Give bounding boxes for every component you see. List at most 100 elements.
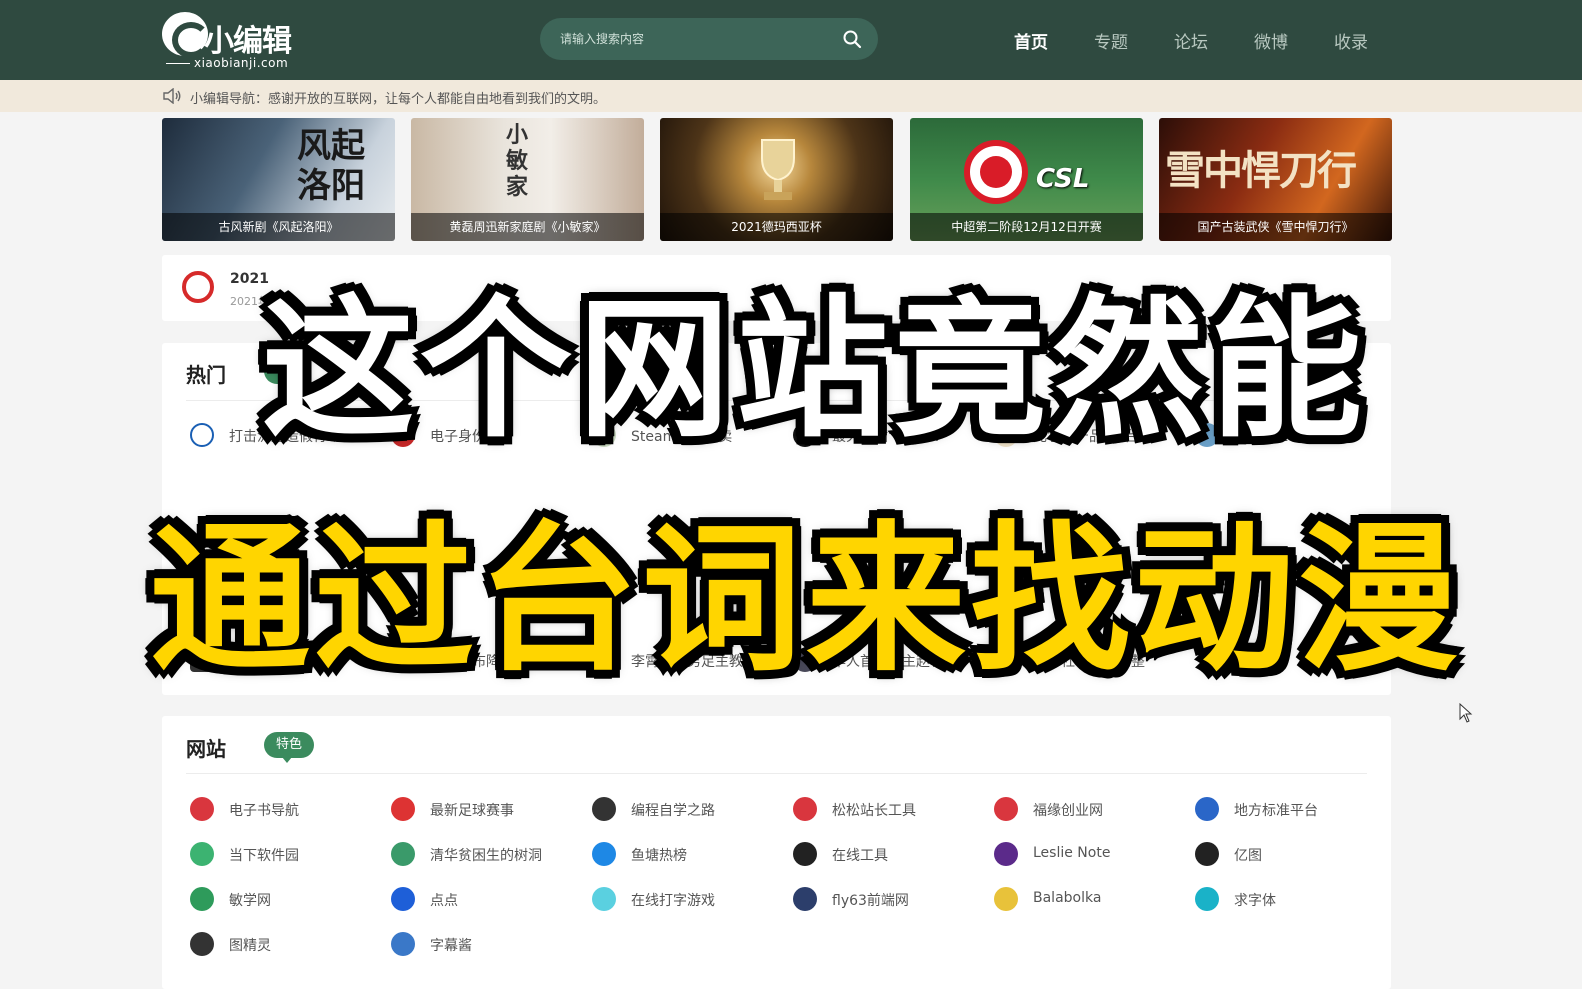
site-item-label: 在线工具 — [832, 848, 888, 864]
mouse-cursor-icon — [1459, 703, 1473, 723]
cba-icon — [182, 271, 214, 303]
site-favicon-icon — [391, 842, 415, 866]
site-favicon-icon — [1195, 887, 1219, 911]
banner-1[interactable]: 风起洛阳 古风新剧《风起洛阳》 — [162, 118, 395, 241]
site-favicon-icon — [391, 797, 415, 821]
site-logo[interactable]: 小编辑 xiaobianji.com — [162, 10, 302, 72]
site-item[interactable]: 最新足球赛事 — [391, 794, 581, 824]
site-item-label: 点点 — [430, 893, 458, 909]
site-favicon-icon — [592, 887, 616, 911]
site-favicon-icon — [994, 842, 1018, 866]
trophy-icon — [761, 139, 795, 200]
site-favicon-icon — [1195, 842, 1219, 866]
sites-title: 网站 — [186, 737, 226, 761]
site-item-label: 字幕酱 — [430, 938, 472, 954]
banner-3[interactable]: 2021德玛西亚杯 — [660, 118, 893, 241]
banner-caption: 国产古装武侠《雪中悍刀行》 — [1159, 213, 1392, 241]
site-item[interactable]: 字幕酱 — [391, 929, 581, 959]
site-item[interactable]: 图精灵 — [190, 929, 380, 959]
logo-domain: xiaobianji.com — [166, 56, 288, 70]
logo-text: 小编辑 — [204, 24, 292, 59]
banner-5[interactable]: 雪中悍刀行 国产古装武侠《雪中悍刀行》 — [1159, 118, 1392, 241]
site-item-label: 亿图 — [1234, 848, 1262, 864]
site-favicon-icon — [190, 797, 214, 821]
speaker-icon — [163, 88, 181, 104]
site-favicon-icon — [793, 842, 817, 866]
nav-topics[interactable]: 专题 — [1094, 28, 1128, 53]
nav-weibo[interactable]: 微博 — [1254, 28, 1288, 53]
banner-2[interactable]: 小敏家 黄磊周迅新家庭剧《小敏家》 — [411, 118, 644, 241]
search-input[interactable] — [560, 18, 840, 60]
site-item[interactable]: 地方标准平台 — [1195, 794, 1385, 824]
sites-divider — [186, 773, 1367, 774]
site-favicon-icon — [391, 932, 415, 956]
notice-text: 小编辑导航：感谢开放的互联网，让每个人都能自由地看到我们的文明。 — [190, 92, 607, 107]
site-item-label: 电子书导航 — [229, 803, 299, 819]
banner-deco-text: 雪中悍刀行 — [1165, 147, 1357, 194]
banner-caption: 2021德玛西亚杯 — [660, 213, 893, 241]
site-item[interactable]: 松松站长工具 — [793, 794, 983, 824]
site-favicon-icon — [592, 797, 616, 821]
site-item[interactable]: Balabolka — [994, 884, 1184, 914]
site-item-label: 福缘创业网 — [1033, 803, 1103, 819]
site-item[interactable]: 清华贫困生的树洞 — [391, 839, 581, 869]
site-item[interactable]: 点点 — [391, 884, 581, 914]
overlay-caption-line-1: 这个网站竟然能 — [262, 281, 1368, 458]
site-item-label: 在线打字游戏 — [631, 893, 715, 909]
site-item-label: 图精灵 — [229, 938, 271, 954]
banner-caption: 黄磊周迅新家庭剧《小敏家》 — [411, 213, 644, 241]
site-item-label: 敏学网 — [229, 893, 271, 909]
site-item[interactable]: 电子书导航 — [190, 794, 380, 824]
site-item[interactable]: 亿图 — [1195, 839, 1385, 869]
site-item[interactable]: 福缘创业网 — [994, 794, 1184, 824]
hot-title: 热门 — [186, 363, 226, 387]
site-favicon-icon — [391, 887, 415, 911]
banner-deco-text: 小敏家 — [506, 122, 529, 200]
site-favicon-icon — [190, 842, 214, 866]
site-favicon-icon — [592, 842, 616, 866]
site-item-label: fly63前端网 — [832, 893, 909, 909]
banner-deco-text: 风起洛阳 — [297, 126, 365, 206]
notice-bar: 小编辑导航：感谢开放的互联网，让每个人都能自由地看到我们的文明。 — [0, 80, 1582, 112]
site-item[interactable]: fly63前端网 — [793, 884, 983, 914]
cac-icon — [190, 423, 214, 447]
site-item-label: 求字体 — [1234, 893, 1276, 909]
site-item-label: 松松站长工具 — [832, 803, 916, 819]
banner-4[interactable]: CSL 中超第二阶段12月12日开赛 — [910, 118, 1143, 241]
nav-forum[interactable]: 论坛 — [1174, 28, 1208, 53]
search-icon[interactable] — [842, 29, 862, 49]
top-header: 小编辑 xiaobianji.com 首页 专题 论坛 微博 收录 — [0, 0, 1582, 80]
site-favicon-icon — [994, 797, 1018, 821]
search-box — [540, 18, 878, 60]
site-favicon-icon — [190, 887, 214, 911]
csl-logo-icon — [964, 140, 1028, 204]
site-favicon-icon — [793, 797, 817, 821]
sites-panel: 网站 特色 电子书导航 最新足球赛事 编程自学之路 松松站长工具 福缘创业网 地方标准平台… — [162, 716, 1391, 989]
site-item-label: 清华贫困生的树洞 — [430, 848, 542, 864]
site-item-label: Leslie Note — [1033, 845, 1111, 861]
site-item-label: 地方标准平台 — [1234, 803, 1318, 819]
site-item-label: 编程自学之路 — [631, 803, 715, 819]
site-favicon-icon — [793, 887, 817, 911]
site-item-label: 最新足球赛事 — [430, 803, 514, 819]
site-item[interactable]: 鱼塘热榜 — [592, 839, 782, 869]
site-item[interactable]: 编程自学之路 — [592, 794, 782, 824]
site-item[interactable]: 在线工具 — [793, 839, 983, 869]
site-item-label: Balabolka — [1033, 890, 1102, 906]
banner-caption: 古风新剧《风起洛阳》 — [162, 213, 395, 241]
site-item[interactable]: 求字体 — [1195, 884, 1385, 914]
overlay-caption-line-2: 通过台词来找动漫 — [150, 506, 1463, 693]
site-favicon-icon — [994, 887, 1018, 911]
banner-caption: 中超第二阶段12月12日开赛 — [910, 213, 1143, 241]
banner-deco-text: CSL — [1036, 164, 1090, 194]
site-item-label: 鱼塘热榜 — [631, 848, 687, 864]
site-item[interactable]: 在线打字游戏 — [592, 884, 782, 914]
nav-home[interactable]: 首页 — [1014, 28, 1048, 53]
site-item-label: 当下软件园 — [229, 848, 299, 864]
site-item[interactable]: 敏学网 — [190, 884, 380, 914]
sites-badge: 特色 — [264, 732, 315, 763]
site-item[interactable]: Leslie Note — [994, 839, 1184, 869]
site-favicon-icon — [190, 932, 214, 956]
site-item[interactable]: 当下软件园 — [190, 839, 380, 869]
nav-submit[interactable]: 收录 — [1334, 28, 1368, 53]
